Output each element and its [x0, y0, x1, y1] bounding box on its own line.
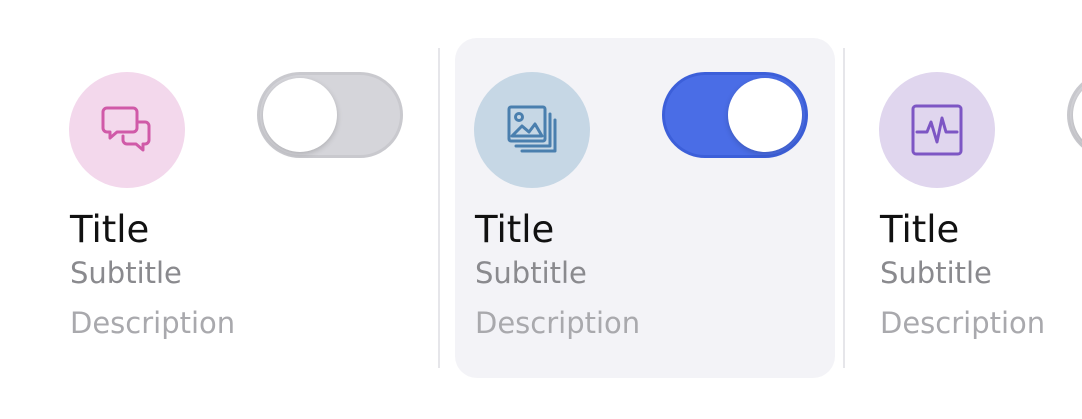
card-divider [438, 48, 440, 368]
activity-monitor-icon [911, 104, 963, 156]
feature-toggle[interactable] [257, 72, 403, 158]
card-subtitle: Subtitle [70, 256, 182, 290]
feature-toggle[interactable] [1067, 72, 1082, 158]
card-title: Title [475, 208, 555, 251]
toggle-knob [728, 78, 802, 152]
chat-bubbles-icon [101, 106, 151, 152]
toggle-knob [263, 78, 337, 152]
card-photos[interactable]: Title Subtitle Description [455, 38, 835, 378]
card-chat[interactable]: Title Subtitle Description [50, 38, 430, 378]
card-description: Description [70, 306, 236, 340]
card-activity[interactable]: Title Subtitle Description [860, 38, 1082, 378]
photo-stack-icon [507, 105, 557, 153]
icon-badge [69, 72, 185, 188]
toggle-knob [1073, 78, 1082, 152]
card-subtitle: Subtitle [880, 256, 992, 290]
card-subtitle: Subtitle [475, 256, 587, 290]
card-description: Description [880, 306, 1046, 340]
feature-toggle[interactable] [662, 72, 808, 158]
card-carousel: Title Subtitle Description Title Subtitl… [0, 0, 1082, 419]
card-title: Title [70, 208, 150, 251]
card-divider [843, 48, 845, 368]
card-title: Title [880, 208, 960, 251]
card-description: Description [475, 306, 641, 340]
icon-badge [474, 72, 590, 188]
icon-badge [879, 72, 995, 188]
